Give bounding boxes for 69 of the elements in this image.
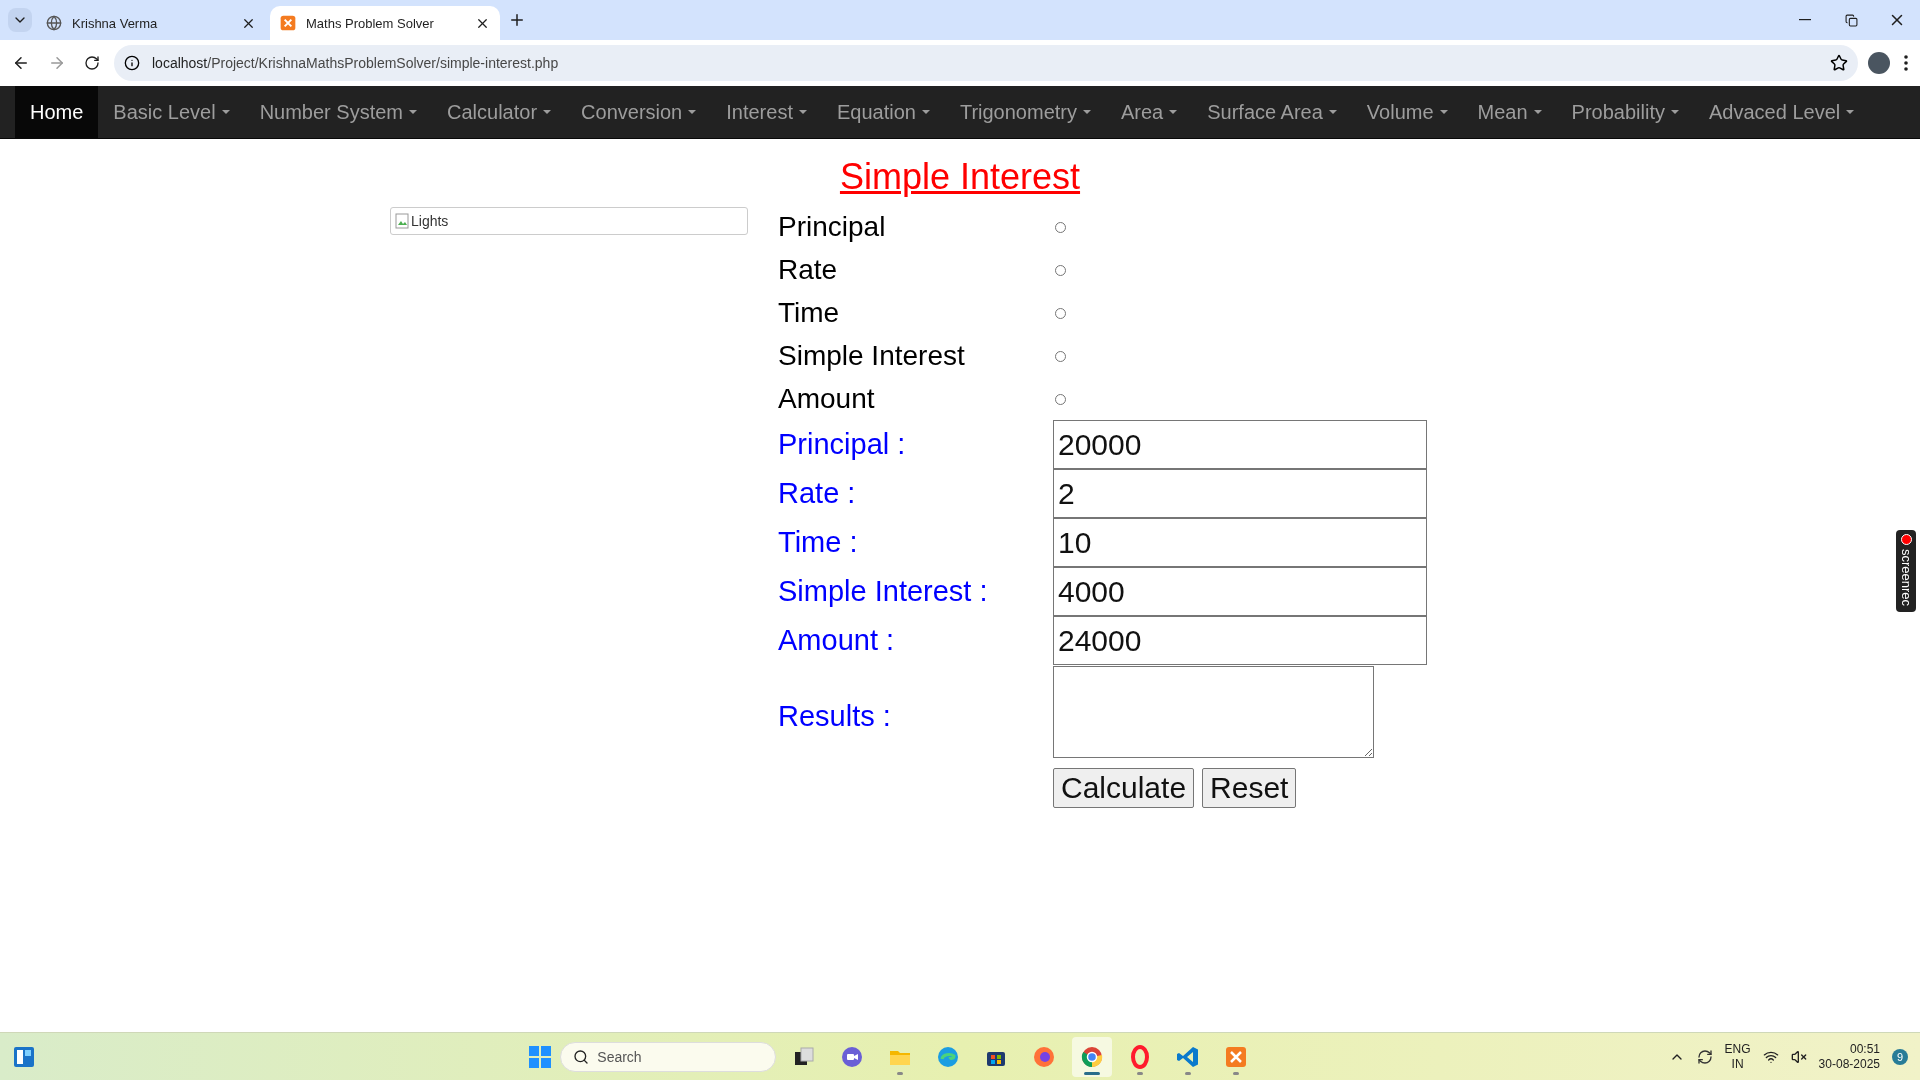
browser-tab[interactable]: Krishna Verma	[36, 6, 266, 40]
language-indicator[interactable]: ENG IN	[1724, 1041, 1751, 1072]
restore-icon	[1844, 13, 1858, 27]
field-label: Principal :	[778, 428, 907, 461]
bookmark-star-icon[interactable]	[1830, 54, 1848, 72]
input-field[interactable]: 20000	[1053, 420, 1427, 469]
input-field[interactable]: 24000	[1053, 616, 1427, 665]
nav-item[interactable]: Mean	[1462, 86, 1557, 138]
nav-item[interactable]: Calculator	[432, 86, 567, 138]
nav-item[interactable]: Equation	[821, 86, 945, 138]
info-icon	[124, 55, 140, 71]
notification-badge[interactable]: 9	[1892, 1048, 1908, 1065]
form-button[interactable]: Calculate	[1053, 768, 1195, 808]
nav-item[interactable]: Number System	[244, 86, 432, 138]
image-alt-text: Lights	[411, 213, 449, 229]
nav-item[interactable]: Trigonometry	[944, 86, 1106, 138]
record-dot-icon	[1900, 534, 1912, 545]
nav-item[interactable]: Area	[1106, 86, 1193, 138]
globe-icon	[46, 15, 62, 31]
nav-item[interactable]: Surface Area	[1192, 86, 1352, 138]
forward-arrow-icon	[48, 54, 66, 72]
screenrec-label: screenrec	[1898, 549, 1914, 607]
sync-icon[interactable]	[1696, 1048, 1713, 1065]
nav-item[interactable]: Probability	[1556, 86, 1694, 138]
minimize-icon	[1799, 19, 1811, 21]
radio-label: Time	[778, 296, 841, 330]
widgets-icon[interactable]	[12, 1044, 36, 1069]
windows-start-icon[interactable]	[528, 1044, 553, 1069]
nav-item[interactable]: Conversion	[566, 86, 712, 138]
nav-item[interactable]: Advaced Level	[1694, 86, 1870, 138]
url-text: localhost/Project/KrishnaMathsProblemSolver/simple-interest.php	[152, 55, 560, 71]
input-field[interactable]: 10	[1053, 518, 1427, 567]
page-title: Simple Interest	[839, 155, 1081, 199]
browser-tab[interactable]: Maths Problem Solver	[270, 6, 500, 40]
field-label: Results :	[778, 700, 892, 733]
taskbar-search-field[interactable]: Search	[560, 1041, 777, 1072]
broken-image-icon	[395, 213, 409, 229]
profile-avatar[interactable]	[1868, 52, 1890, 74]
results-textarea[interactable]	[1053, 666, 1374, 758]
search-icon	[573, 1048, 590, 1065]
input-field[interactable]: 4000	[1053, 567, 1427, 616]
tab-title: Krishna Verma	[72, 15, 159, 31]
nav-item[interactable]: Volume	[1351, 86, 1463, 138]
tab-list-button[interactable]	[8, 8, 32, 32]
radio-label: Amount	[778, 382, 876, 416]
reload-icon	[84, 55, 100, 71]
menu-dots-icon	[1904, 55, 1908, 71]
nav-item[interactable]: Interest	[711, 86, 822, 138]
radio-label: Principal	[778, 210, 887, 244]
input-field[interactable]: 2	[1053, 469, 1427, 518]
nav-item[interactable]: Home	[15, 86, 99, 138]
field-label: Amount :	[778, 624, 896, 657]
field-label: Rate :	[778, 477, 857, 510]
nav-item[interactable]: Basic Level	[98, 86, 245, 138]
code-editor-icon	[1176, 1044, 1201, 1069]
clock[interactable]: 00:51 30-08-2025	[1818, 1041, 1880, 1072]
address-bar[interactable]: localhost/Project/KrishnaMathsProblemSolver/simple-interest.php	[114, 45, 1858, 81]
radio-label: Rate	[778, 253, 839, 287]
screenrec-widget[interactable]: screenrec	[1896, 530, 1916, 613]
field-label: Simple Interest :	[778, 575, 989, 608]
field-label: Time :	[778, 526, 859, 559]
plus-icon	[508, 11, 526, 29]
search-placeholder: Search	[597, 1048, 642, 1065]
tab-title: Maths Problem Solver	[306, 15, 435, 31]
video-chat-icon	[840, 1044, 865, 1069]
radio-label: Simple Interest	[778, 339, 966, 373]
muted-speaker-icon[interactable]	[1790, 1048, 1807, 1065]
form-button[interactable]: Reset	[1202, 768, 1297, 808]
chrome-circle-icon	[1080, 1044, 1105, 1069]
